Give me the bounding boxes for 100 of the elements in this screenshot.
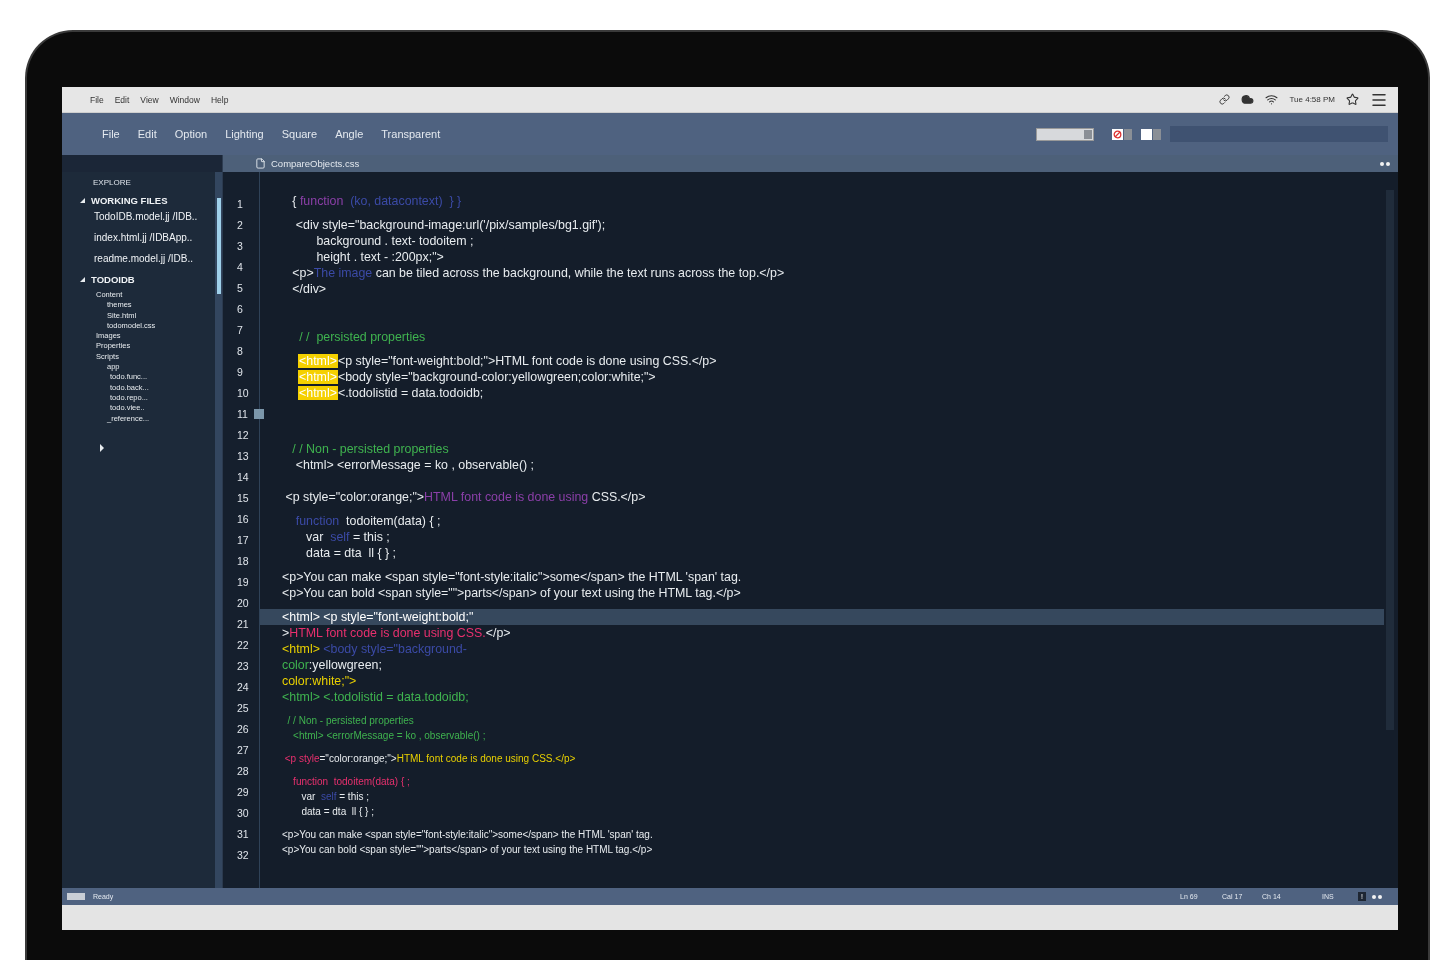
section-header[interactable]: TODOIDB: [91, 274, 135, 285]
tag-highlight: <html>: [298, 370, 338, 384]
toolbar-item[interactable]: Option: [174, 128, 208, 140]
code-line: <p>You can bold <span style="">parts</span> of your text using the HTML tag.</p>: [282, 586, 741, 600]
line-number: 28: [237, 764, 249, 777]
more-icon[interactable]: [1380, 161, 1390, 166]
line-number: 20: [237, 596, 249, 609]
working-file[interactable]: TodoIDB.model.jj /IDB..: [62, 211, 215, 222]
code-line: data = dta ll { } ;: [300, 806, 374, 817]
line-number: 32: [237, 848, 249, 861]
code-line: <html> <errorMessage = ko , observable() ;: [294, 458, 535, 472]
clock: Tue 4:58 PM: [1289, 95, 1335, 104]
code-line: / / persisted properties: [298, 330, 426, 344]
menu-item[interactable]: Help: [210, 94, 229, 105]
code-line: function todoitem(data) { ;: [294, 514, 441, 528]
caret-icon[interactable]: [100, 443, 104, 452]
code-line: <p style="color:orange;">HTML font code is done using CSS.</p>: [284, 490, 646, 504]
line-number: 31: [237, 827, 249, 840]
line-number: 15: [237, 492, 249, 505]
scrollbar[interactable]: [215, 172, 222, 888]
line-number: 2: [237, 219, 243, 232]
bookmark-icon[interactable]: [254, 409, 264, 420]
code-line: <.todolistid = data.todoidb;: [337, 386, 484, 400]
line-number: 10: [237, 387, 249, 400]
code-line: / / Non - persisted properties: [291, 442, 449, 456]
line-number: 11: [237, 408, 248, 421]
code-line: <p>The image can be tiled across the background, while the text runs across the top.</p>: [291, 266, 785, 280]
line-number: 13: [237, 450, 249, 463]
link-icon[interactable]: [1219, 94, 1231, 105]
code-line: <p style="color:orange;">HTML font code is done using CSS.</p>: [283, 753, 576, 764]
line-number: 6: [237, 303, 243, 316]
tag-highlight: <html>: [298, 354, 338, 368]
line-number: 1: [237, 198, 243, 211]
menu-item[interactable]: Edit: [114, 94, 130, 105]
line-number: 9: [237, 366, 243, 379]
line-number: 18: [237, 554, 249, 567]
code-line: >HTML font code is done using CSS.</p>: [282, 626, 511, 640]
line-number: 26: [237, 722, 249, 735]
code-line: / / Non - persisted properties: [286, 715, 414, 726]
code-line: { function (ko, datacontext) } }: [291, 194, 462, 208]
line-number: 12: [237, 429, 249, 442]
working-file[interactable]: index.html.jj /IDBApp..: [62, 232, 215, 243]
editor-tab[interactable]: CompareObjects.css: [271, 158, 360, 169]
line-number: 5: [237, 282, 243, 295]
toolbar-item[interactable]: Lighting: [225, 128, 264, 140]
line-number: 27: [237, 743, 249, 756]
section-header[interactable]: WORKING FILES: [91, 195, 168, 206]
toolbar-item[interactable]: Transparent: [381, 128, 441, 140]
code-line: <p style="font-weight:bold;">HTML font code is done using CSS.</p>: [337, 354, 717, 368]
menu-item[interactable]: View: [140, 94, 159, 105]
code-line: var self = this ;: [305, 530, 390, 544]
line-number: 17: [237, 534, 249, 546]
code-line: </div>: [291, 282, 327, 296]
code-line: color:white;">: [282, 674, 357, 688]
line-number: 14: [237, 471, 249, 484]
expand-icon[interactable]: [80, 198, 85, 203]
code-line: background . text- todoitem ;: [315, 234, 474, 248]
line-number: 22: [237, 638, 249, 651]
line-number: 4: [237, 261, 243, 274]
code-line: <html> <body style="background-: [282, 642, 467, 656]
toolbar-item[interactable]: Square: [281, 128, 318, 140]
line-number: 29: [237, 785, 249, 798]
more-icon[interactable]: [1372, 894, 1382, 899]
code-line: <html> <p style="font-weight:bold;": [282, 610, 474, 624]
expand-icon[interactable]: [80, 277, 85, 282]
file-icon: [255, 158, 266, 169]
cloud-icon[interactable]: [1241, 93, 1255, 106]
code-line: <p>You can bold <span style="">parts</span> of your text using the HTML tag.</p>: [282, 844, 653, 855]
line-number: 25: [237, 701, 249, 714]
line-number: 24: [237, 680, 249, 693]
menu-item[interactable]: File: [90, 94, 104, 105]
star-icon[interactable]: [1346, 93, 1359, 106]
code-line: height . text - :200px;">: [315, 250, 444, 264]
line-number: 30: [237, 806, 249, 819]
toolbar-item[interactable]: Edit: [137, 128, 157, 140]
spin-box[interactable]: [1112, 128, 1134, 140]
line-number: 19: [237, 575, 249, 588]
menu-item[interactable]: Window: [169, 94, 200, 105]
line-number: 3: [237, 240, 243, 253]
spin-box[interactable]: [1141, 128, 1163, 140]
code-line: var self = this ;: [300, 791, 369, 802]
wifi-icon[interactable]: [1265, 93, 1279, 106]
line-number: 21: [237, 617, 249, 630]
sidebar-title: EXPLORE: [92, 178, 132, 187]
code-line: data = dta ll { } ;: [305, 546, 396, 560]
code-line: <div style="background-image:url('/pix/samples/bg1.gif');: [294, 218, 606, 232]
line-number: 23: [237, 659, 249, 672]
line-number: 8: [237, 345, 243, 358]
code-line: color:yellowgreen;: [282, 658, 382, 672]
working-file[interactable]: readme.model.jj /IDB..: [62, 253, 215, 264]
tag-highlight: <html>: [298, 386, 338, 400]
toolbar-item[interactable]: File: [102, 128, 120, 140]
dropdown-field[interactable]: [1036, 127, 1094, 141]
line-number: 16: [237, 513, 249, 525]
code-line: <p>You can make <span style="font-style:italic">some</span> the HTML 'span' tag.: [282, 570, 742, 584]
code-line: <html> <.todolistid = data.todoidb;: [282, 690, 469, 704]
code-line: <body style="background-color:yellowgreen;color:white;">: [337, 370, 656, 384]
status-indicator: [67, 893, 85, 900]
code-line: function todoitem(data) { ;: [292, 776, 410, 787]
toolbar-item[interactable]: Angle: [335, 128, 364, 140]
